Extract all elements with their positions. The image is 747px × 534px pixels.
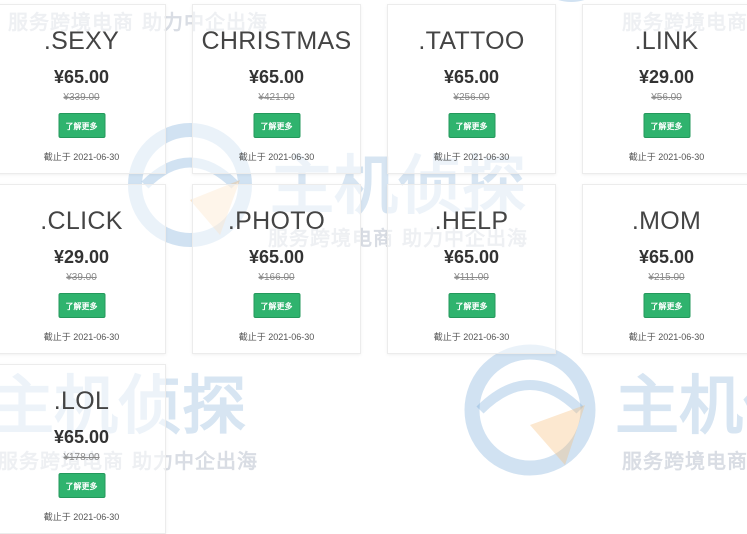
domain-card: .TATTOO ¥65.00 ¥256.00 了解更多 截止于 2021-06-…	[387, 4, 556, 174]
domain-card: .LOL ¥65.00 ¥178.00 了解更多 截止于 2021-06-30	[0, 364, 166, 534]
current-price: ¥65.00	[53, 427, 110, 447]
original-price: ¥256.00	[453, 92, 490, 103]
learn-more-button[interactable]: 了解更多	[448, 113, 495, 138]
domain-name: .MOM	[631, 207, 702, 235]
deadline-label: 截止于 2021-06-30	[433, 152, 510, 162]
current-price: ¥65.00	[53, 67, 110, 87]
learn-more-button[interactable]: 了解更多	[58, 293, 105, 318]
deadline-label: 截止于 2021-06-30	[43, 152, 120, 162]
deadline-label: 截止于 2021-06-30	[238, 332, 315, 342]
domain-name: .CLICK	[40, 207, 123, 235]
current-price: ¥65.00	[638, 247, 695, 267]
learn-more-button[interactable]: 了解更多	[58, 113, 105, 138]
original-price: ¥178.00	[63, 452, 100, 463]
deadline-label: 截止于 2021-06-30	[433, 332, 510, 342]
domain-price-grid: .SEXY ¥65.00 ¥339.00 了解更多 截止于 2021-06-30…	[0, 0, 747, 534]
original-price: ¥56.00	[651, 92, 682, 103]
original-price: ¥39.00	[66, 272, 97, 283]
original-price: ¥111.00	[454, 272, 489, 283]
domain-name: .SEXY	[43, 27, 120, 55]
domain-card: .PHOTO ¥65.00 ¥166.00 了解更多 截止于 2021-06-3…	[192, 184, 361, 354]
current-price: ¥65.00	[248, 247, 305, 267]
current-price: ¥65.00	[248, 67, 305, 87]
domain-card: .CLICK ¥29.00 ¥39.00 了解更多 截止于 2021-06-30	[0, 184, 166, 354]
domain-name: .PHOTO	[227, 207, 326, 235]
learn-more-button[interactable]: 了解更多	[448, 293, 495, 318]
learn-more-button[interactable]: 了解更多	[58, 473, 105, 498]
domain-card: .SEXY ¥65.00 ¥339.00 了解更多 截止于 2021-06-30	[0, 4, 166, 174]
learn-more-button[interactable]: 了解更多	[253, 113, 300, 138]
learn-more-button[interactable]: 了解更多	[253, 293, 300, 318]
original-price: ¥215.00	[648, 272, 685, 283]
original-price: ¥166.00	[258, 272, 295, 283]
deadline-label: 截止于 2021-06-30	[43, 332, 120, 342]
domain-name: CHRISTMAS	[201, 27, 352, 55]
deadline-label: 截止于 2021-06-30	[43, 512, 120, 522]
domain-name: .LINK	[634, 27, 699, 55]
current-price: ¥29.00	[53, 247, 110, 267]
deadline-label: 截止于 2021-06-30	[238, 152, 315, 162]
deadline-label: 截止于 2021-06-30	[628, 332, 705, 342]
original-price: ¥339.00	[63, 92, 100, 103]
learn-more-button[interactable]: 了解更多	[643, 293, 690, 318]
domain-card: .LINK ¥29.00 ¥56.00 了解更多 截止于 2021-06-30	[582, 4, 747, 174]
domain-card: .MOM ¥65.00 ¥215.00 了解更多 截止于 2021-06-30	[582, 184, 747, 354]
learn-more-button[interactable]: 了解更多	[643, 113, 690, 138]
domain-card: .HELP ¥65.00 ¥111.00 了解更多 截止于 2021-06-30	[387, 184, 556, 354]
domain-name: .LOL	[53, 387, 110, 415]
domain-name: .HELP	[434, 207, 509, 235]
deadline-label: 截止于 2021-06-30	[628, 152, 705, 162]
current-price: ¥65.00	[443, 247, 500, 267]
original-price: ¥421.00	[258, 92, 295, 103]
domain-name: .TATTOO	[418, 27, 525, 55]
current-price: ¥65.00	[443, 67, 500, 87]
domain-card: CHRISTMAS ¥65.00 ¥421.00 了解更多 截止于 2021-0…	[192, 4, 361, 174]
current-price: ¥29.00	[638, 67, 695, 87]
